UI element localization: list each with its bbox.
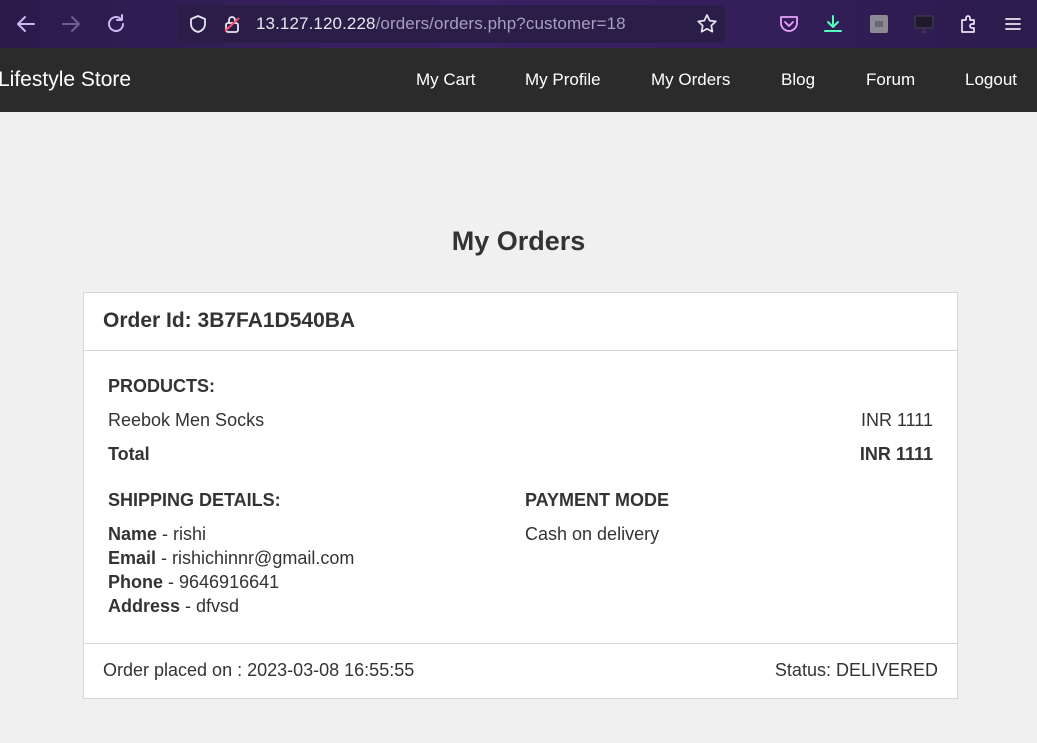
brand-logo[interactable]: Lifestyle Store bbox=[0, 68, 131, 92]
order-card-footer: Order placed on : 2023-03-08 16:55:55 St… bbox=[84, 643, 957, 698]
product-price: INR 1111 bbox=[860, 410, 933, 430]
browser-toolbar: 13.127.120.228/orders/orders.php?custome… bbox=[0, 0, 1037, 48]
star-icon[interactable] bbox=[695, 12, 719, 36]
extension-box-icon[interactable] bbox=[867, 12, 891, 36]
order-status: Status: DELIVERED bbox=[774, 660, 938, 680]
order-id: Order Id: 3B7FA1D540BA bbox=[103, 309, 356, 332]
nav-my-profile[interactable]: My Profile bbox=[525, 70, 601, 90]
shipping-heading: SHIPPING DETAILS: bbox=[108, 490, 281, 510]
shipping-name: Name - rishi bbox=[108, 524, 207, 544]
order-card: Order Id: 3B7FA1D540BA PRODUCTS: Reebok … bbox=[83, 292, 958, 699]
shipping-email: Email - rishichinnr@gmail.com bbox=[108, 548, 355, 568]
url-bar[interactable]: 13.127.120.228/orders/orders.php?custome… bbox=[178, 5, 726, 43]
menu-icon[interactable] bbox=[1001, 12, 1025, 36]
page-title: My Orders bbox=[451, 226, 586, 256]
total-label: Total bbox=[108, 444, 150, 464]
download-icon[interactable] bbox=[821, 12, 845, 36]
order-placed-date: Order placed on : 2023-03-08 16:55:55 bbox=[103, 660, 415, 680]
product-name: Reebok Men Socks bbox=[108, 410, 265, 430]
payment-mode: Cash on delivery bbox=[525, 524, 660, 544]
products-heading: PRODUCTS: bbox=[108, 376, 215, 396]
url-text[interactable]: 13.127.120.228/orders/orders.php?custome… bbox=[256, 14, 626, 34]
shipping-address: Address - dfvsd bbox=[108, 596, 240, 616]
nav-my-orders[interactable]: My Orders bbox=[651, 70, 730, 90]
forward-icon[interactable] bbox=[59, 12, 83, 36]
reload-icon[interactable] bbox=[104, 12, 128, 36]
nav-blog[interactable]: Blog bbox=[781, 70, 815, 90]
screen-icon[interactable] bbox=[912, 12, 936, 36]
nav-forum[interactable]: Forum bbox=[866, 70, 915, 90]
site-navbar: Lifestyle Store My Cart My Profile My Or… bbox=[0, 48, 1037, 112]
order-card-header: Order Id: 3B7FA1D540BA bbox=[84, 293, 957, 351]
total-value: INR 1111 bbox=[859, 444, 933, 464]
nav-logout[interactable]: Logout bbox=[965, 70, 1017, 90]
pocket-icon[interactable] bbox=[777, 12, 801, 36]
lock-icon[interactable] bbox=[220, 12, 244, 36]
shield-icon[interactable] bbox=[186, 12, 210, 36]
back-icon[interactable] bbox=[14, 12, 38, 36]
puzzle-icon[interactable] bbox=[957, 12, 981, 36]
shipping-phone: Phone - 9646916641 bbox=[108, 572, 280, 592]
nav-my-cart[interactable]: My Cart bbox=[416, 70, 476, 90]
payment-heading: PAYMENT MODE bbox=[525, 490, 670, 510]
